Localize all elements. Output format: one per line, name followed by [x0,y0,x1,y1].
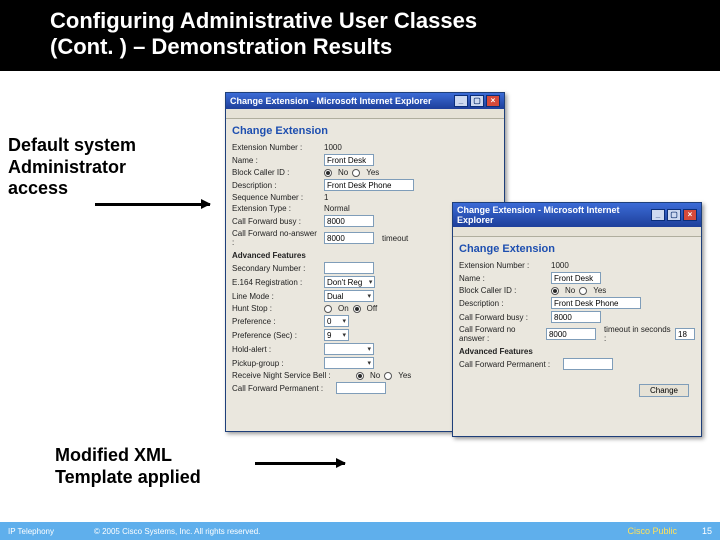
bcid-label: Block Caller ID : [232,168,320,177]
cfp-input-a[interactable] [336,382,386,394]
etype-label: Extension Type : [232,204,320,213]
bcid-yes-radio-b[interactable] [579,287,587,295]
ext-num-label: Extension Number : [232,143,320,152]
footer-brand: Cisco Public [627,526,677,536]
window-a-toolbar [226,109,504,119]
linemode-select[interactable]: Dual [324,290,374,302]
rns-no-radio[interactable] [356,372,364,380]
sec-input[interactable] [324,262,374,274]
slide-title-line1: Configuring Administrative User Classes [50,8,670,34]
prefs-select[interactable]: 9 [324,329,349,341]
desc-label: Description : [232,181,320,190]
window-admin-restricted: Change Extension - Microsoft Internet Ex… [452,202,702,437]
max-icon[interactable]: ▢ [470,95,484,107]
min-icon[interactable]: _ [454,95,468,107]
cfna-label: Call Forward no-answer : [232,229,320,247]
window-b-toolbar [453,227,701,237]
name-input[interactable]: Front Desk [324,154,374,166]
adv-header-b: Advanced Features [459,347,695,356]
hs-on-radio[interactable] [324,305,332,313]
cfna-input-b[interactable]: 8000 [546,328,596,340]
annotation-default-admin: Default system Administrator access [8,135,136,200]
seq-value: 1 [324,193,328,202]
desc-input-b[interactable]: Front Desk Phone [551,297,641,309]
e164-select[interactable]: Don't Reg [324,276,375,288]
slide-title-line2: (Cont. ) – Demonstration Results [50,34,670,60]
desc-input[interactable]: Front Desk Phone [324,179,414,191]
bcid-yes-radio[interactable] [352,169,360,177]
cfb-input[interactable]: 8000 [324,215,374,227]
name-input-b[interactable]: Front Desk [551,272,601,284]
bcid-no-radio[interactable] [324,169,332,177]
window-a-titlebar[interactable]: Change Extension - Microsoft Internet Ex… [226,93,504,109]
hs-off-radio[interactable] [353,305,361,313]
name-label: Name : [232,156,320,165]
window-b-titlebar[interactable]: Change Extension - Microsoft Internet Ex… [453,203,701,227]
min-icon[interactable]: _ [651,209,665,221]
change-button[interactable]: Change [639,384,689,397]
footer-left: IP Telephony [8,527,54,536]
hold-select[interactable] [324,343,374,355]
max-icon[interactable]: ▢ [667,209,681,221]
cfp-input-b[interactable] [563,358,613,370]
bcid-no-radio-b[interactable] [551,287,559,295]
footer-page: 15 [702,526,712,536]
arrow-1 [95,203,210,206]
arrow-2 [255,462,345,465]
footer-copyright: © 2005 Cisco Systems, Inc. All rights re… [94,527,260,536]
rns-yes-radio[interactable] [384,372,392,380]
cfb-input-b[interactable]: 8000 [551,311,601,323]
ext-num-value-b: 1000 [551,261,569,270]
pg-select[interactable] [324,357,374,369]
form-header-a: Change Extension [232,125,498,137]
cfna-input[interactable]: 8000 [324,232,374,244]
close-icon[interactable]: × [486,95,500,107]
close-icon[interactable]: × [683,209,697,221]
timeout-input-b[interactable]: 18 [675,328,695,340]
seq-label: Sequence Number : [232,193,320,202]
annotation-modified-xml: Modified XML Template applied [55,445,201,488]
slide-footer: IP Telephony © 2005 Cisco Systems, Inc. … [0,522,720,540]
form-header-b: Change Extension [459,243,695,255]
window-b-title: Change Extension - Microsoft Internet Ex… [457,205,651,225]
slide-title-bar: Configuring Administrative User Classes … [0,0,720,71]
window-a-title: Change Extension - Microsoft Internet Ex… [230,96,432,106]
ext-num-value: 1000 [324,143,342,152]
cfb-label: Call Forward busy : [232,217,320,226]
pref-select[interactable]: 0 [324,315,349,327]
etype-value: Normal [324,204,350,213]
